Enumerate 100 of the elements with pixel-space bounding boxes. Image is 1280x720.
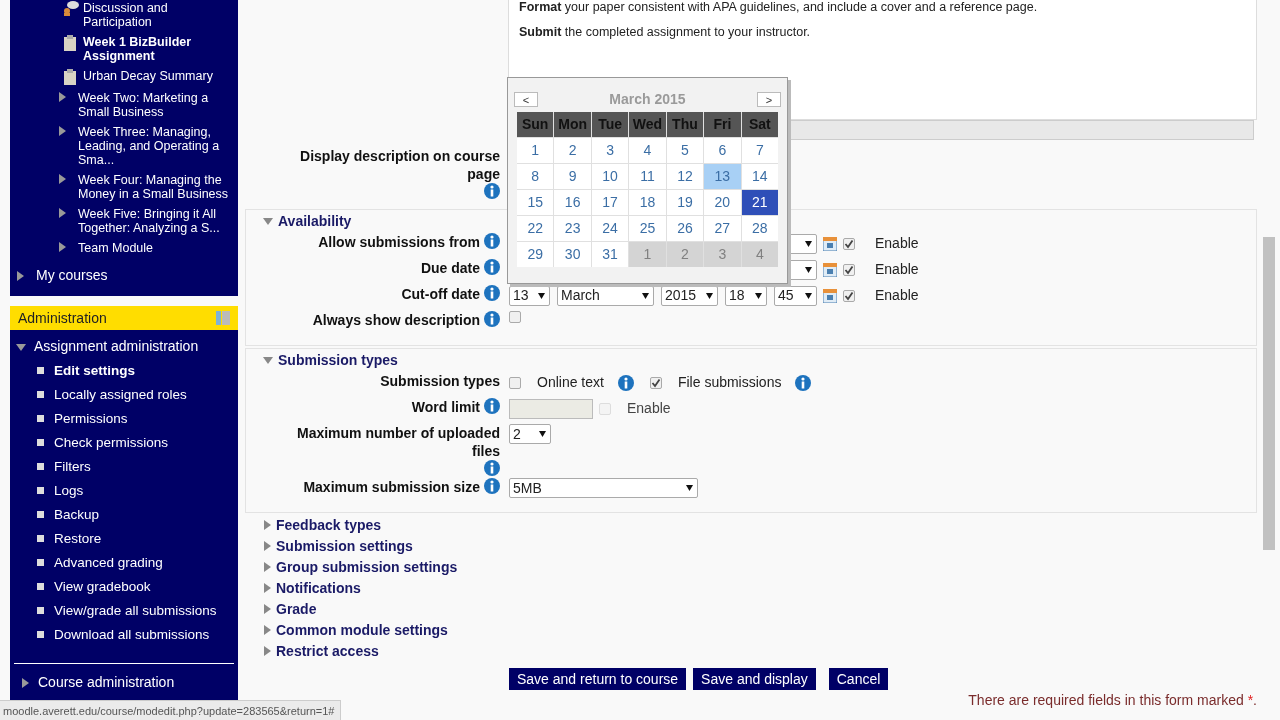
section-toggle[interactable]: Grade bbox=[276, 598, 317, 620]
sidebar-link[interactable]: Advanced grading bbox=[54, 554, 163, 571]
checkbox[interactable] bbox=[649, 376, 662, 389]
speech-bubble-icon bbox=[63, 0, 79, 16]
checkbox[interactable] bbox=[509, 311, 521, 323]
sidebar-link[interactable]: Week Four: Managing the Money in a Small Business bbox=[78, 173, 236, 201]
sidebar-link[interactable]: Filters bbox=[54, 458, 91, 475]
collapsed-arrow-icon bbox=[261, 519, 273, 531]
calendar-day[interactable]: 17 bbox=[591, 190, 629, 215]
calendar-day[interactable]: 20 bbox=[704, 190, 741, 215]
dropdown[interactable]: 18 bbox=[725, 285, 767, 306]
calendar-day[interactable]: 15 bbox=[517, 190, 554, 215]
sidebar-link[interactable]: Logs bbox=[54, 482, 84, 499]
calendar-day[interactable]: 12 bbox=[666, 164, 704, 189]
sidebar-link[interactable]: Course administration bbox=[38, 672, 175, 693]
calendar-day[interactable]: 16 bbox=[554, 190, 591, 215]
section-toggle[interactable]: Submission settings bbox=[276, 535, 413, 557]
sidebar-link[interactable]: My courses bbox=[36, 265, 108, 286]
calendar-day[interactable]: 10 bbox=[591, 164, 629, 189]
calendar-day[interactable]: 14 bbox=[741, 164, 778, 189]
dropdown[interactable]: 5MB bbox=[509, 478, 698, 498]
sidebar-link[interactable]: Download all submissions bbox=[54, 626, 210, 643]
dropdown[interactable]: March bbox=[557, 285, 654, 306]
calendar-day[interactable]: 8 bbox=[517, 164, 554, 189]
section-toggle[interactable]: Restrict access bbox=[276, 640, 379, 662]
sidebar-link[interactable]: View gradebook bbox=[54, 578, 151, 595]
dropdown[interactable]: 45 bbox=[774, 285, 817, 306]
section-toggle[interactable]: Notifications bbox=[276, 577, 361, 599]
checkbox[interactable] bbox=[843, 237, 855, 250]
dropdown[interactable]: 13 bbox=[509, 285, 550, 306]
dropdown-arrow-icon bbox=[805, 266, 812, 273]
checkbox[interactable] bbox=[843, 289, 855, 302]
scrollbar-thumb[interactable] bbox=[1262, 237, 1275, 550]
calendar-day[interactable]: 6 bbox=[704, 138, 741, 163]
dropdown[interactable]: 2015 bbox=[661, 285, 718, 306]
sidebar-link[interactable]: Team Module bbox=[78, 241, 236, 255]
sidebar-link[interactable]: Permissions bbox=[54, 410, 128, 427]
sidebar-link[interactable]: Urban Decay Summary bbox=[83, 69, 233, 83]
calendar-day[interactable]: 11 bbox=[629, 164, 666, 189]
calendar-day[interactable]: 4 bbox=[629, 138, 666, 163]
info-icon bbox=[484, 460, 500, 476]
calendar-day[interactable]: 30 bbox=[554, 242, 591, 267]
collapsed-arrow-icon bbox=[261, 624, 273, 636]
calendar-day[interactable]: 24 bbox=[591, 216, 629, 241]
sidebar-link[interactable]: View/grade all submissions bbox=[54, 602, 217, 619]
sidebar-link[interactable]: Backup bbox=[54, 506, 100, 523]
calendar-day[interactable]: 1 bbox=[517, 138, 554, 163]
calendar-day[interactable]: 21 bbox=[741, 190, 778, 215]
sidebar-link[interactable]: Restore bbox=[54, 530, 102, 547]
weekday-header: Wed bbox=[629, 112, 666, 137]
calendar-day[interactable]: 5 bbox=[666, 138, 704, 163]
calendar-day[interactable]: 26 bbox=[666, 216, 704, 241]
form-button[interactable]: Save and display bbox=[693, 668, 816, 690]
form-button[interactable]: Cancel bbox=[828, 668, 889, 690]
calendar-day[interactable]: 28 bbox=[741, 216, 778, 241]
calendar-day[interactable]: 29 bbox=[517, 242, 554, 267]
section-toggle[interactable]: Group submission settings bbox=[276, 556, 458, 578]
sidebar-link[interactable]: Assignment administration bbox=[34, 336, 199, 357]
bullet-icon bbox=[37, 535, 44, 542]
calendar-day[interactable]: 31 bbox=[591, 242, 629, 267]
calendar-day[interactable]: 22 bbox=[517, 216, 554, 241]
field-label: Allow submissions from bbox=[318, 233, 480, 251]
checkbox[interactable] bbox=[843, 263, 855, 276]
calendar-day[interactable]: 27 bbox=[704, 216, 741, 241]
sidebar-link[interactable]: Check permissions bbox=[54, 434, 169, 451]
calendar-day[interactable]: 2 bbox=[554, 138, 591, 163]
section-toggle[interactable]: Common module settings bbox=[276, 619, 448, 641]
sidebar-link[interactable]: Week Five: Bringing it All Together: Analyzing a S... bbox=[78, 207, 236, 235]
checkbox[interactable] bbox=[509, 376, 521, 389]
collapsed-arrow-icon bbox=[261, 582, 273, 594]
sidebar-link[interactable]: Week 1 BizBuilder Assignment bbox=[83, 35, 233, 63]
calendar-day[interactable]: 9 bbox=[554, 164, 591, 189]
collapsed-arrow-icon bbox=[261, 540, 273, 552]
calendar-day[interactable]: 3 bbox=[591, 138, 629, 163]
field-label: Display description on course page bbox=[299, 147, 500, 183]
calendar-day[interactable]: 25 bbox=[629, 216, 666, 241]
section-toggle[interactable]: Feedback types bbox=[276, 514, 382, 536]
calendar-day[interactable]: 23 bbox=[554, 216, 591, 241]
sidebar-link[interactable]: Edit settings bbox=[54, 362, 135, 379]
calendar-day[interactable]: 7 bbox=[741, 138, 778, 163]
bullet-icon bbox=[37, 607, 44, 614]
sidebar-link[interactable]: Week Two: Marketing a Small Business bbox=[78, 91, 236, 119]
collapsed-arrow-icon bbox=[261, 603, 273, 615]
next-month-button[interactable]: > bbox=[757, 92, 781, 107]
sidebar-link[interactable]: Week Three: Managing, Leading, and Operating a Sma... bbox=[78, 125, 236, 167]
info-icon bbox=[484, 398, 500, 414]
month-title: March 2015 bbox=[609, 90, 686, 109]
dropdown-arrow-icon bbox=[755, 292, 762, 299]
section-toggle[interactable]: Submission types bbox=[278, 349, 398, 371]
sidebar-link[interactable]: Locally assigned roles bbox=[54, 386, 187, 403]
previous-month-button[interactable]: < bbox=[514, 92, 538, 107]
form-button[interactable]: Save and return to course bbox=[509, 668, 687, 690]
section-toggle[interactable]: Availability bbox=[278, 210, 352, 232]
check-icon bbox=[650, 377, 661, 388]
calendar-day[interactable]: 19 bbox=[666, 190, 704, 215]
info-icon bbox=[617, 374, 634, 391]
bullet-icon bbox=[37, 367, 44, 374]
dropdown[interactable]: 2 bbox=[509, 424, 551, 444]
calendar-day[interactable]: 18 bbox=[629, 190, 666, 215]
sidebar-link[interactable]: Discussion and Participation bbox=[83, 1, 233, 29]
